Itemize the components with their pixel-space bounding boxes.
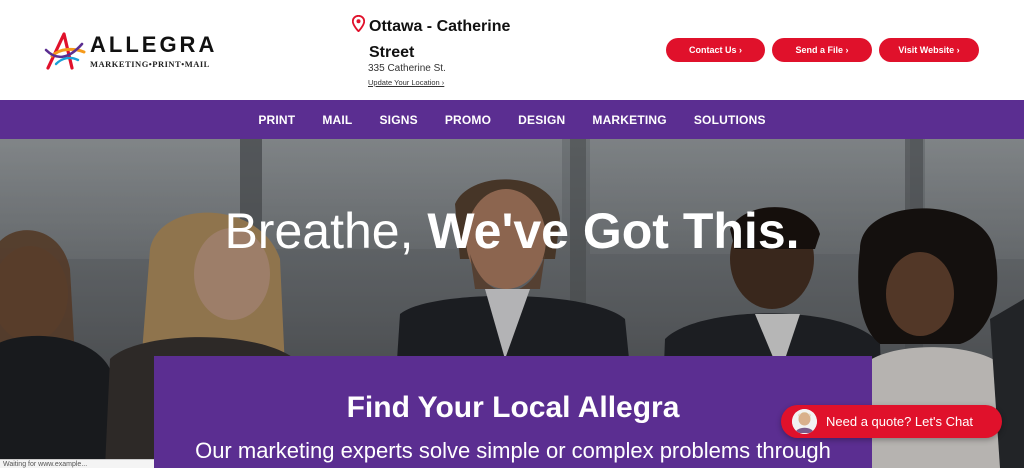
browser-status-bar: Waiting for www.example... — [0, 459, 154, 468]
page: ALLEGRA MARKETING•PRINT•MAIL Ottawa - Ca… — [0, 0, 1024, 468]
allegra-logo[interactable]: ALLEGRA MARKETING•PRINT•MAIL — [42, 30, 232, 72]
logo-tagline: MARKETING•PRINT•MAIL — [90, 58, 210, 69]
location-name: Ottawa - Catherine Street — [369, 18, 511, 61]
hero-headline-light: Breathe, — [224, 203, 414, 259]
chat-agent-avatar — [792, 409, 817, 434]
hero-headline: Breathe, We've Got This. — [0, 201, 1024, 261]
allegra-logo-mark-icon — [44, 32, 86, 70]
agent-avatar-icon — [792, 409, 817, 434]
hero-headline-bold: We've Got This. — [427, 203, 800, 259]
site-header: ALLEGRA MARKETING•PRINT•MAIL Ottawa - Ca… — [0, 0, 1024, 100]
update-location-link[interactable]: Update Your Location › — [368, 78, 444, 87]
nav-item-print[interactable]: PRINT — [258, 113, 295, 127]
visit-website-button[interactable]: Visit Website › — [879, 38, 979, 62]
logo-text: ALLEGRA MARKETING•PRINT•MAIL — [90, 31, 218, 69]
nav-item-signs[interactable]: SIGNS — [379, 113, 417, 127]
nav-item-design[interactable]: DESIGN — [518, 113, 565, 127]
nav-item-solutions[interactable]: SOLUTIONS — [694, 113, 766, 127]
chat-widget-button[interactable]: Need a quote? Let's Chat — [781, 405, 1002, 438]
location-address: 335 Catherine St. — [368, 63, 446, 74]
find-local-title: Find Your Local Allegra — [346, 391, 680, 424]
find-local-card: Find Your Local Allegra Our marketing ex… — [154, 356, 872, 468]
main-nav: PRINT MAIL SIGNS PROMO DESIGN MARKETING … — [0, 100, 1024, 139]
nav-item-marketing[interactable]: MARKETING — [592, 113, 666, 127]
send-a-file-button[interactable]: Send a File › — [772, 38, 872, 62]
chat-label: Need a quote? Let's Chat — [826, 414, 974, 429]
contact-us-button[interactable]: Contact Us › — [666, 38, 765, 62]
nav-item-promo[interactable]: PROMO — [445, 113, 491, 127]
find-local-description: Our marketing experts solve simple or co… — [195, 438, 831, 463]
map-pin-icon — [352, 15, 365, 32]
nav-item-mail[interactable]: MAIL — [322, 113, 352, 127]
logo-wordmark: ALLEGRA — [90, 31, 218, 57]
